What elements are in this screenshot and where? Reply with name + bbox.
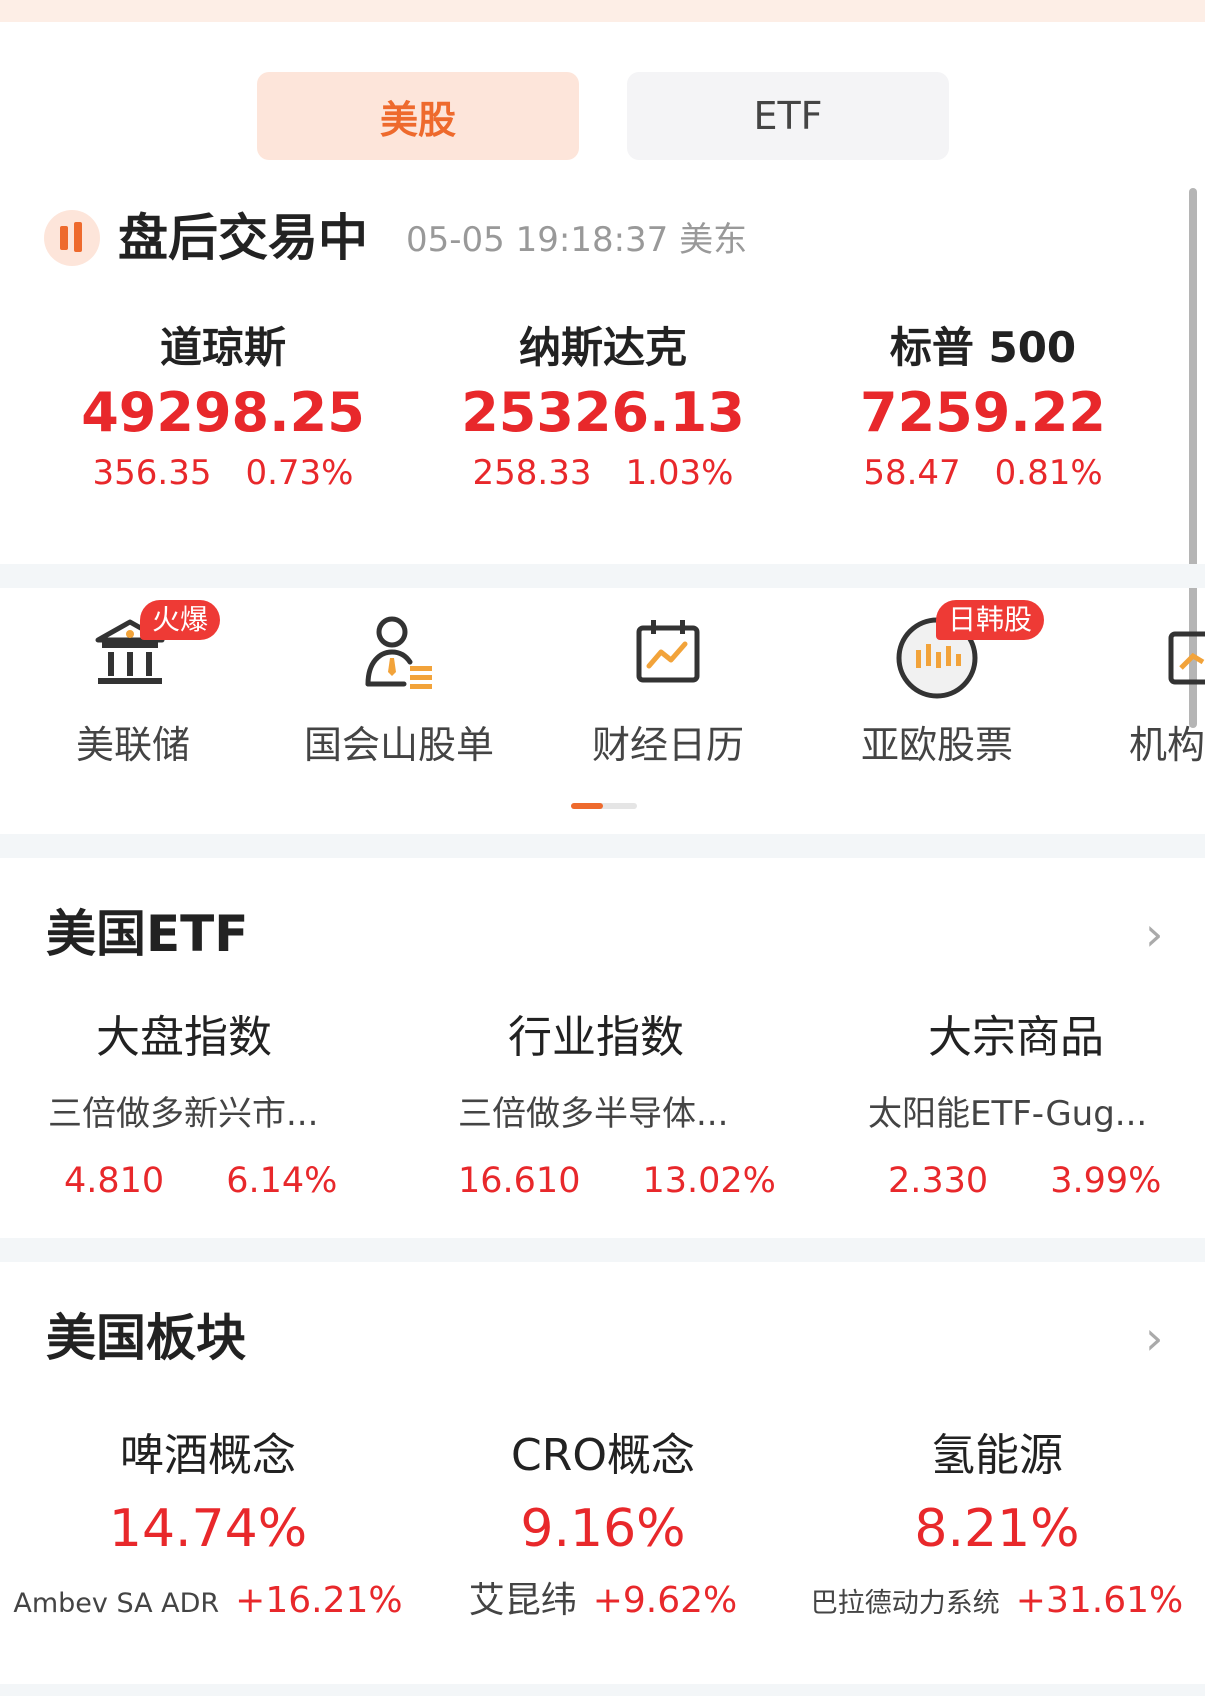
etf-category: 大盘指数: [96, 1012, 272, 1063]
index-change-points: 258.33: [472, 453, 592, 493]
shortcut-label: 机构: [1129, 723, 1205, 767]
index-name: 标普 500: [889, 323, 1077, 372]
shortcut-page-indicator: [571, 803, 637, 809]
sector-leader: 艾昆纬 +9.62%: [403, 1576, 803, 1632]
index-change-percent: 0.73%: [245, 453, 354, 493]
index-change-points: 356.35: [92, 453, 212, 493]
person-list-icon: [354, 610, 444, 700]
index-name: 纳斯达克: [518, 323, 687, 372]
leader-percent: +16.21%: [235, 1580, 403, 1621]
index-change: 58.47 0.81%: [793, 448, 1173, 498]
leader-percent: +9.62%: [592, 1580, 738, 1621]
sector-item[interactable]: 啤酒概念 14.74% Ambev SA ADR +16.21%: [8, 1424, 408, 1632]
sector-leader: 巴拉德动力系统 +31.61%: [797, 1576, 1197, 1632]
leader-percent: +31.61%: [1015, 1580, 1184, 1621]
index-change: 356.35 0.73%: [33, 448, 413, 498]
monitor-chart-icon: [1167, 610, 1205, 700]
section-divider: [0, 834, 1205, 858]
index-change-percent: 1.03%: [625, 453, 734, 493]
shortcut-congress-trades[interactable]: 国会山股单: [279, 610, 519, 768]
etf-price: 2.330: [888, 1161, 989, 1201]
index-change-percent: 0.81%: [994, 453, 1103, 493]
etf-category: 行业指数: [508, 1012, 684, 1063]
etf-category: 大宗商品: [928, 1012, 1104, 1063]
index-dow[interactable]: 道琼斯 49298.25 356.35 0.73%: [33, 318, 413, 498]
market-status-title: 盘后交易中: [118, 209, 368, 267]
shortcut-label: 美联储: [75, 723, 190, 767]
globe-candlestick-icon: 日韩股: [892, 600, 1045, 700]
sector-percent: 8.21%: [914, 1499, 1080, 1559]
tab-us-stocks[interactable]: 美股: [257, 72, 579, 160]
etf-name: 三倍做多半导体...: [458, 1094, 729, 1134]
sector-percent: 14.74%: [108, 1499, 308, 1559]
etf-item[interactable]: 行业指数 三倍做多半导体... 16.610 13.02%: [458, 1006, 838, 1204]
candlestick-icon: [44, 210, 100, 266]
calendar-chart-icon: [623, 610, 713, 700]
sector-name: CRO概念: [511, 1430, 695, 1481]
etf-item[interactable]: 大宗商品 太阳能ETF-Gug... 2.330 3.99%: [868, 1006, 1205, 1204]
shortcut-asia-europe[interactable]: 日韩股 亚欧股票: [817, 600, 1057, 768]
index-value: 7259.22: [860, 381, 1106, 444]
tab-etf[interactable]: ETF: [627, 72, 949, 160]
shortcut-fed[interactable]: 火爆 美联储: [13, 600, 253, 768]
index-change: 258.33 1.03%: [413, 448, 793, 498]
sector-section-title[interactable]: 美国板块: [46, 1308, 246, 1368]
etf-name: 三倍做多新兴市...: [48, 1094, 319, 1134]
badge-hot: 火爆: [140, 600, 221, 640]
bank-icon: 火爆: [88, 600, 221, 700]
etf-quote: 16.610 13.02%: [458, 1158, 838, 1204]
leader-name: 艾昆纬: [468, 1580, 577, 1621]
index-quotes: 道琼斯 49298.25 356.35 0.73% 纳斯达克 25326.13 2…: [0, 318, 1205, 508]
sector-percent: 9.16%: [520, 1499, 686, 1559]
index-name: 道琼斯: [159, 323, 286, 372]
etf-percent: 13.02%: [642, 1161, 776, 1201]
market-status-time: 05-05 19:18:37 美东: [406, 220, 748, 260]
sector-leader: Ambev SA ADR +16.21%: [8, 1576, 408, 1632]
shortcut-label: 财经日历: [591, 723, 744, 767]
index-value: 49298.25: [81, 381, 365, 444]
chevron-right-icon[interactable]: ›: [1145, 904, 1163, 964]
market-status: 盘后交易中 05-05 19:18:37 美东: [44, 208, 1164, 268]
shortcut-row: 火爆 美联储 国会山股单 财经日历 日韩股 亚欧股票 机构: [0, 600, 1205, 800]
sector-name: 啤酒概念: [120, 1430, 296, 1481]
etf-name: 太阳能ETF-Gug...: [868, 1094, 1148, 1134]
etf-item[interactable]: 大盘指数 三倍做多新兴市... 4.810 6.14%: [48, 1006, 428, 1204]
sector-item[interactable]: 氢能源 8.21% 巴拉德动力系统 +31.61%: [797, 1424, 1197, 1632]
section-divider: [0, 1238, 1205, 1262]
shortcut-institutions[interactable]: 机构: [1085, 610, 1205, 768]
index-nasdaq[interactable]: 纳斯达克 25326.13 258.33 1.03%: [413, 318, 793, 498]
etf-quote: 4.810 6.14%: [48, 1158, 428, 1204]
shortcut-label: 亚欧股票: [860, 723, 1013, 767]
market-tabs: 美股 ETF: [257, 72, 949, 160]
sector-name: 氢能源: [931, 1430, 1063, 1481]
etf-price: 4.810: [64, 1161, 165, 1201]
index-sp500[interactable]: 标普 500 7259.22 58.47 0.81%: [793, 318, 1173, 498]
chevron-right-icon[interactable]: ›: [1145, 1308, 1163, 1368]
shortcut-calendar[interactable]: 财经日历: [548, 610, 788, 768]
etf-price: 16.610: [458, 1161, 581, 1201]
etf-percent: 3.99%: [1050, 1161, 1162, 1201]
etf-section-title[interactable]: 美国ETF: [46, 904, 248, 964]
index-value: 25326.13: [461, 381, 745, 444]
index-change-points: 58.47: [863, 453, 961, 493]
top-banner-strip: [0, 0, 1205, 22]
shortcut-label: 国会山股单: [303, 723, 494, 767]
leader-name: 巴拉德动力系统: [810, 1588, 1000, 1619]
leader-name: Ambev SA ADR: [13, 1588, 220, 1619]
etf-percent: 6.14%: [226, 1161, 338, 1201]
badge-jp-kr: 日韩股: [936, 600, 1045, 640]
bottom-divider: [0, 1684, 1205, 1696]
sector-item[interactable]: CRO概念 9.16% 艾昆纬 +9.62%: [403, 1424, 803, 1632]
etf-quote: 2.330 3.99%: [868, 1158, 1205, 1204]
section-divider: [0, 564, 1205, 588]
